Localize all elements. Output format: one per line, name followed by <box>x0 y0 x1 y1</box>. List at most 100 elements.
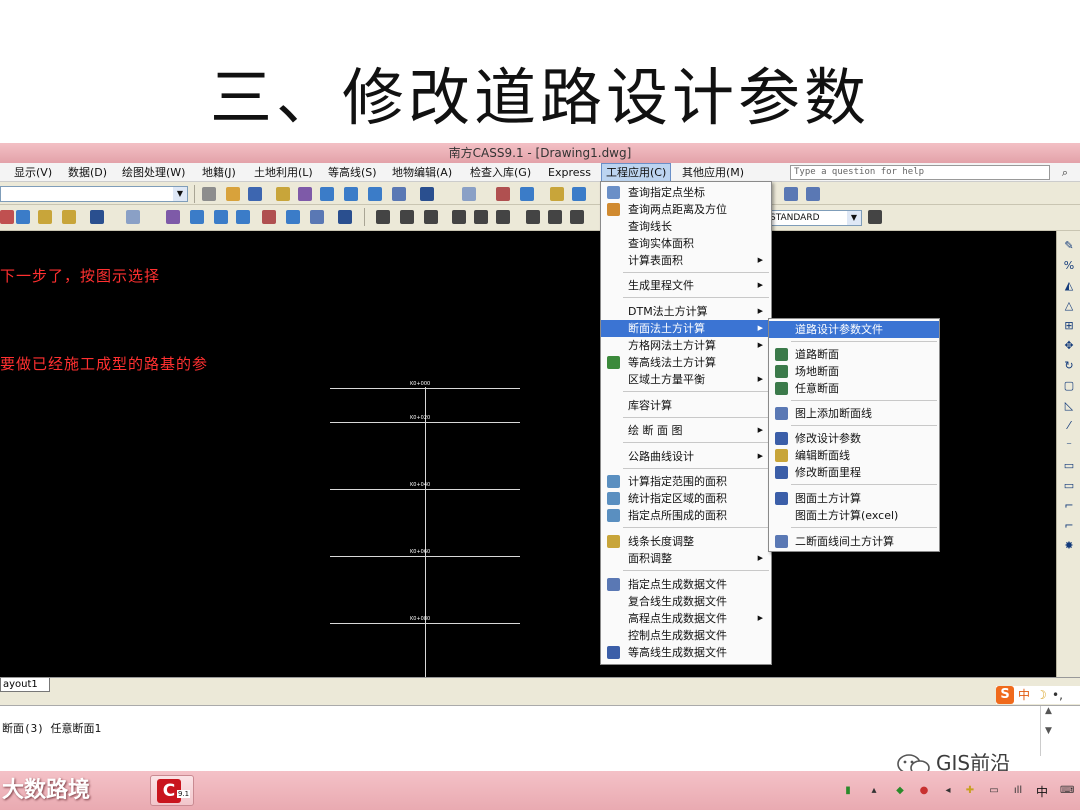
sogou-icon[interactable]: S <box>996 686 1014 704</box>
menu-view[interactable]: 显示(V) <box>10 163 56 182</box>
keyboard-icon[interactable]: ⌨ <box>1060 785 1074 797</box>
ime-mode[interactable]: 中 <box>1018 686 1030 704</box>
join-icon[interactable]: ▭ <box>1062 479 1076 493</box>
taskbar-cass-button[interactable]: C 9.1 <box>150 775 194 806</box>
menu-item[interactable]: 公路曲线设计 ▶ <box>601 448 771 465</box>
move-icon[interactable] <box>572 187 586 201</box>
menu-item[interactable]: 等高线法土方计算 <box>601 354 771 371</box>
redo-icon[interactable] <box>126 210 140 224</box>
help-icon[interactable] <box>338 210 352 224</box>
block-icon[interactable] <box>784 187 798 201</box>
volume-icon[interactable]: ◂ <box>942 785 954 797</box>
zoom-window-icon[interactable] <box>344 187 358 201</box>
menu-item[interactable]: 区域土方量平衡 ▶ <box>601 371 771 388</box>
menu-item[interactable]: 线条长度调整 <box>601 533 771 550</box>
insert-icon[interactable] <box>806 187 820 201</box>
command-scrollbar[interactable]: ▲ ▼ <box>1040 706 1056 756</box>
dim-angular-icon[interactable] <box>496 210 510 224</box>
taskbar-app-logo[interactable]: 大数路境 <box>2 775 90 807</box>
dim-continue-icon[interactable] <box>570 210 584 224</box>
undo-icon[interactable] <box>420 187 434 201</box>
menu-contour[interactable]: 等高线(S) <box>324 163 381 182</box>
menu-item[interactable]: 编辑断面线 <box>769 447 939 464</box>
pencil-edit-icon[interactable] <box>550 187 564 201</box>
menu-item[interactable]: 图面土方计算(excel) <box>769 507 939 524</box>
lineweight-icon[interactable] <box>202 187 216 201</box>
dim-diameter-icon[interactable] <box>474 210 488 224</box>
menu-item-highlighted[interactable]: 断面法土方计算 ▶ <box>601 320 771 337</box>
menu-item[interactable]: 控制点生成数据文件 <box>601 627 771 644</box>
copy-object-icon[interactable]: % <box>1062 259 1076 273</box>
punctuation-icon[interactable]: •, <box>1052 686 1063 704</box>
zoom-icon[interactable] <box>320 187 334 201</box>
menu-express[interactable]: Express <box>544 163 595 182</box>
menu-item[interactable]: 查询两点距离及方位 <box>601 201 771 218</box>
zoom-prev-icon[interactable] <box>368 187 382 201</box>
quick-dim-icon[interactable] <box>526 210 540 224</box>
input-language[interactable]: 中 <box>1036 783 1048 800</box>
dim-aligned-icon[interactable] <box>400 210 414 224</box>
security-icon[interactable]: ● <box>918 785 930 797</box>
menu-item[interactable]: 生成里程文件 ▶ <box>601 277 771 294</box>
mirror-icon[interactable]: ◭ <box>1062 279 1076 293</box>
show-hidden-icon[interactable]: ▴ <box>868 785 880 797</box>
battery-icon[interactable]: ▮ <box>842 785 854 797</box>
menu-item[interactable]: 计算指定范围的面积 <box>601 473 771 490</box>
menu-feature-edit[interactable]: 地物编辑(A) <box>388 163 456 182</box>
dimstyle-combo[interactable]: STANDARD ▼ <box>766 210 862 226</box>
properties-icon[interactable] <box>262 210 276 224</box>
zoom-window-icon[interactable] <box>214 210 228 224</box>
search-icon[interactable]: ⌕ <box>1056 165 1074 180</box>
menu-item[interactable]: 图上添加断面线 <box>769 405 939 422</box>
menu-item[interactable]: 指定点所围成的面积 <box>601 507 771 524</box>
dim-ordinate-icon[interactable] <box>424 210 438 224</box>
menu-item[interactable]: 等高线生成数据文件 <box>601 644 771 661</box>
design-center-icon[interactable] <box>520 187 534 201</box>
copy-icon[interactable] <box>16 210 30 224</box>
save-icon[interactable] <box>248 187 262 201</box>
fillet-icon[interactable]: ⌐ <box>1062 519 1076 533</box>
menu-item[interactable]: 统计指定区域的面积 <box>601 490 771 507</box>
dim-radius-icon[interactable] <box>452 210 466 224</box>
menu-item[interactable]: 修改断面里程 <box>769 464 939 481</box>
trim-icon[interactable]: ⁄ <box>1062 419 1076 433</box>
help-search-input[interactable]: Type a question for help <box>790 165 1050 180</box>
scissors-icon[interactable] <box>0 210 14 224</box>
open-icon[interactable] <box>226 187 240 201</box>
menu-item[interactable]: 面积调整 ▶ <box>601 550 771 567</box>
array-icon[interactable]: ⊞ <box>1062 319 1076 333</box>
dim-style-icon[interactable] <box>868 210 882 224</box>
menu-item[interactable]: 绘 断 面 图 ▶ <box>601 422 771 439</box>
menu-item[interactable]: 查询指定点坐标 <box>601 184 771 201</box>
menu-item[interactable]: 查询线长 <box>601 218 771 235</box>
menu-item[interactable]: 高程点生成数据文件 ▶ <box>601 610 771 627</box>
undo-icon[interactable] <box>90 210 104 224</box>
offset-icon[interactable]: △ <box>1062 299 1076 313</box>
rotate-icon[interactable]: ↻ <box>1062 359 1076 373</box>
menu-cadastre[interactable]: 地籍(J) <box>198 163 240 182</box>
erase-icon[interactable]: ✎ <box>1062 239 1076 253</box>
menu-item[interactable]: 指定点生成数据文件 <box>601 576 771 593</box>
menu-item[interactable]: 库容计算 <box>601 397 771 414</box>
layer-combo[interactable]: ▼ <box>0 186 188 202</box>
move-object-icon[interactable]: ✥ <box>1062 339 1076 353</box>
menu-item[interactable]: 复合线生成数据文件 <box>601 593 771 610</box>
ime-toolbar[interactable]: S 中 ☽ •, <box>996 686 1080 704</box>
pencil-icon[interactable] <box>276 187 290 201</box>
menu-engineering[interactable]: 工程应用(C) <box>601 163 672 182</box>
moon-icon[interactable]: ☽ <box>1036 686 1047 704</box>
design-center-icon[interactable] <box>286 210 300 224</box>
menu-item-highlighted[interactable]: 道路设计参数文件 <box>769 321 939 338</box>
menu-item[interactable]: 二断面线间土方计算 <box>769 533 939 550</box>
menu-item[interactable]: DTM法土方计算 ▶ <box>601 303 771 320</box>
menu-item[interactable]: 任意断面 <box>769 380 939 397</box>
update-icon[interactable]: ✚ <box>964 785 976 797</box>
zoom-prev-icon[interactable] <box>236 210 250 224</box>
menu-item[interactable]: 图面土方计算 <box>769 490 939 507</box>
shield-icon[interactable]: ◆ <box>894 785 906 797</box>
paste-icon[interactable] <box>38 210 52 224</box>
chamfer-icon[interactable]: ⌐ <box>1062 499 1076 513</box>
scale-icon[interactable]: ▢ <box>1062 379 1076 393</box>
dim-baseline-icon[interactable] <box>548 210 562 224</box>
stretch-icon[interactable]: ◺ <box>1062 399 1076 413</box>
